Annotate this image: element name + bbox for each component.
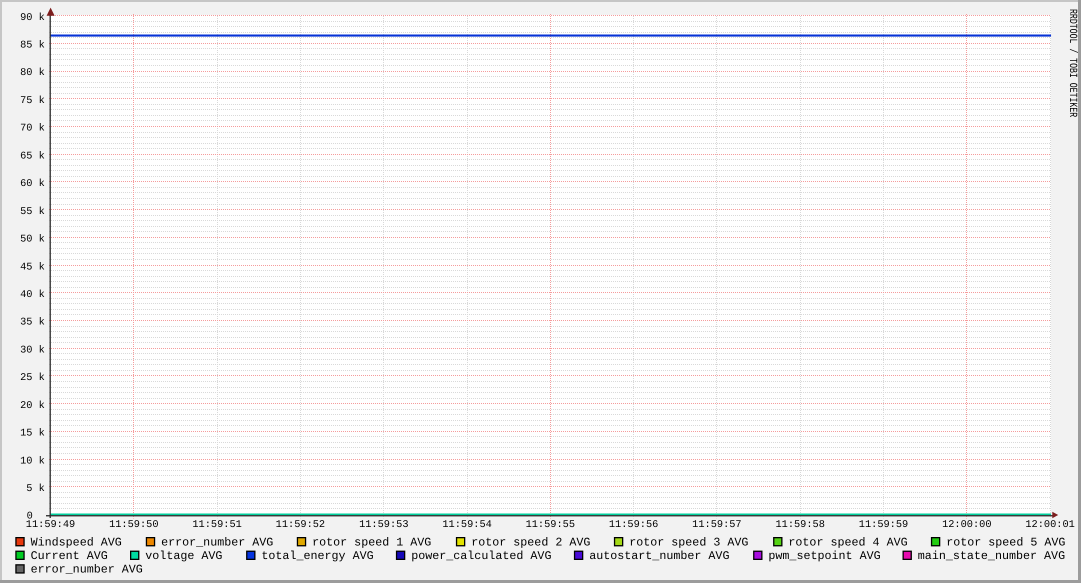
svg-text:RRDTOOL / TOBI OETIKER: RRDTOOL / TOBI OETIKER bbox=[1066, 9, 1078, 117]
svg-text:11:59:57: 11:59:57 bbox=[692, 519, 741, 531]
svg-text:error_number AVG: error_number AVG bbox=[31, 563, 143, 577]
svg-text:rotor speed 1 AVG: rotor speed 1 AVG bbox=[312, 535, 431, 549]
svg-text:11:59:51: 11:59:51 bbox=[192, 519, 241, 531]
svg-text:11:59:54: 11:59:54 bbox=[442, 519, 491, 531]
svg-text:25 k: 25 k bbox=[20, 372, 45, 384]
svg-text:rotor speed 2 AVG: rotor speed 2 AVG bbox=[471, 535, 590, 549]
svg-text:15 k: 15 k bbox=[20, 428, 45, 440]
svg-text:rotor speed 4 AVG: rotor speed 4 AVG bbox=[788, 535, 907, 549]
svg-text:85 k: 85 k bbox=[20, 40, 45, 52]
svg-text:60 k: 60 k bbox=[20, 178, 45, 190]
svg-text:Windspeed AVG: Windspeed AVG bbox=[31, 535, 122, 549]
svg-text:70 k: 70 k bbox=[20, 123, 45, 135]
svg-text:5 k: 5 k bbox=[26, 483, 45, 495]
svg-text:55 k: 55 k bbox=[20, 206, 45, 218]
svg-text:Current AVG: Current AVG bbox=[31, 549, 108, 563]
svg-text:10 k: 10 k bbox=[20, 455, 45, 467]
svg-text:65 k: 65 k bbox=[20, 150, 45, 162]
svg-text:pwm_setpoint AVG: pwm_setpoint AVG bbox=[768, 549, 880, 563]
svg-text:11:59:53: 11:59:53 bbox=[359, 519, 408, 531]
svg-text:12:00:01: 12:00:01 bbox=[1025, 519, 1074, 531]
svg-text:rotor speed 5 AVG: rotor speed 5 AVG bbox=[946, 535, 1065, 549]
svg-text:power_calculated AVG: power_calculated AVG bbox=[411, 549, 551, 563]
svg-text:35 k: 35 k bbox=[20, 317, 45, 329]
svg-text:30 k: 30 k bbox=[20, 344, 45, 356]
svg-text:11:59:50: 11:59:50 bbox=[109, 519, 158, 531]
svg-text:autostart_number AVG: autostart_number AVG bbox=[589, 549, 729, 563]
svg-text:11:59:55: 11:59:55 bbox=[526, 519, 575, 531]
svg-text:voltage AVG: voltage AVG bbox=[145, 549, 222, 563]
svg-text:rotor speed 3 AVG: rotor speed 3 AVG bbox=[629, 535, 748, 549]
svg-text:75 k: 75 k bbox=[20, 95, 45, 107]
svg-text:50 k: 50 k bbox=[20, 234, 45, 246]
svg-text:90 k: 90 k bbox=[20, 12, 45, 24]
svg-text:11:59:49: 11:59:49 bbox=[26, 519, 75, 531]
svg-text:error_number AVG: error_number AVG bbox=[161, 535, 273, 549]
svg-text:45 k: 45 k bbox=[20, 261, 45, 273]
svg-text:total_energy AVG: total_energy AVG bbox=[261, 549, 373, 563]
svg-text:20 k: 20 k bbox=[20, 400, 45, 412]
svg-text:11:59:56: 11:59:56 bbox=[609, 519, 658, 531]
svg-text:12:00:00: 12:00:00 bbox=[942, 519, 991, 531]
svg-text:11:59:52: 11:59:52 bbox=[276, 519, 325, 531]
svg-text:11:59:58: 11:59:58 bbox=[775, 519, 824, 531]
svg-text:11:59:59: 11:59:59 bbox=[859, 519, 908, 531]
svg-text:40 k: 40 k bbox=[20, 289, 45, 301]
svg-text:main_state_number AVG: main_state_number AVG bbox=[918, 549, 1065, 563]
svg-text:80 k: 80 k bbox=[20, 67, 45, 79]
